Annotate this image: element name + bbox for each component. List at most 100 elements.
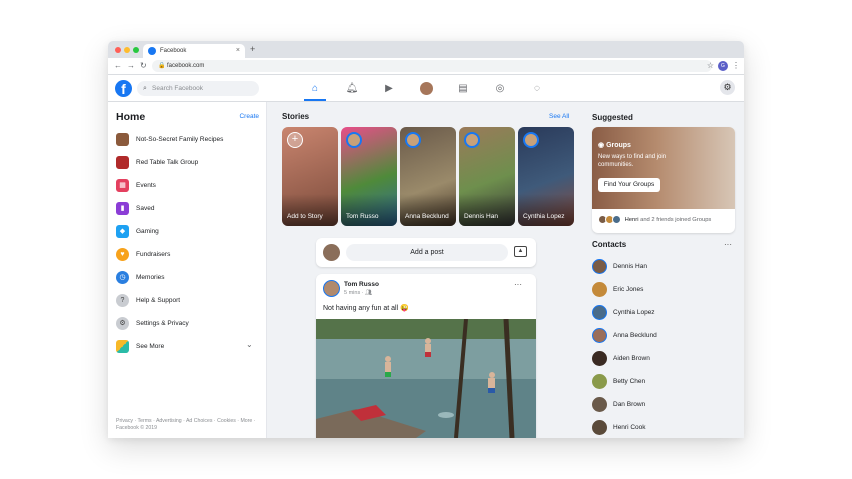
contact-item[interactable]: Cynthia Lopez bbox=[592, 304, 737, 322]
forward-icon[interactable]: → bbox=[127, 61, 135, 71]
sidebar-item-red-table-talk[interactable]: Red Table Talk Group bbox=[116, 154, 261, 172]
search-input[interactable]: ⌕ Search Facebook bbox=[137, 81, 259, 96]
chevron-down-icon[interactable]: ⌄ bbox=[246, 340, 253, 350]
maximize-window-button[interactable] bbox=[133, 47, 139, 53]
tab-strip: Facebook × + bbox=[108, 41, 744, 58]
story-card-add[interactable]: + Add to Story bbox=[282, 127, 338, 226]
story-shade bbox=[459, 194, 515, 226]
contact-item[interactable]: Eric Jones bbox=[592, 281, 737, 299]
browser-tab[interactable]: Facebook × bbox=[143, 44, 245, 58]
sidebar-item-label: Memories bbox=[136, 274, 165, 281]
browser-profile-avatar[interactable]: G bbox=[718, 61, 728, 71]
sidebar-item-label: Settings & Privacy bbox=[136, 320, 189, 327]
story-shade bbox=[341, 194, 397, 226]
groups-banner: ◉ Groups New ways to find and join commu… bbox=[592, 127, 735, 209]
post-timestamp: 5 mins · 👥︎ bbox=[344, 289, 372, 297]
sidebar-item-label: Red Table Talk Group bbox=[136, 159, 199, 166]
story-card[interactable]: Tom Russo bbox=[341, 127, 397, 226]
sidebar-item-gaming[interactable]: ◆ Gaming bbox=[116, 223, 261, 241]
url-field[interactable]: 🔒 facebook.com ☆ bbox=[152, 60, 714, 72]
contact-name: Dennis Han bbox=[613, 263, 647, 270]
groups-footer-name[interactable]: Henri bbox=[625, 217, 639, 223]
contact-item[interactable]: Henri Cook bbox=[592, 419, 737, 437]
groups-icon[interactable]: ◎ bbox=[490, 80, 510, 97]
facebook-logo[interactable]: f bbox=[115, 80, 132, 97]
back-icon[interactable]: ← bbox=[114, 61, 122, 71]
avatar bbox=[592, 351, 607, 366]
search-icon: ⌕ bbox=[143, 85, 147, 92]
sidebar-item-label: Fundraisers bbox=[136, 251, 171, 258]
page-body: Home Create Not-So-Secret Family Recipes… bbox=[108, 102, 744, 438]
marketplace-icon[interactable]: ▤ bbox=[453, 80, 473, 97]
avatar bbox=[612, 215, 621, 224]
story-card[interactable]: Cynthia Lopez bbox=[518, 127, 574, 226]
story-shade bbox=[282, 194, 338, 226]
contacts-options-icon[interactable]: ··· bbox=[724, 240, 732, 250]
add-post-input[interactable]: Add a post bbox=[346, 244, 508, 261]
story-card[interactable]: Dennis Han bbox=[459, 127, 515, 226]
avatar bbox=[346, 132, 362, 148]
video-icon[interactable]: ▶ bbox=[379, 80, 399, 97]
contact-name: Cynthia Lopez bbox=[613, 309, 655, 316]
story-name: Add to Story bbox=[287, 213, 323, 220]
sidebar-item-memories[interactable]: ◷ Memories bbox=[116, 269, 261, 287]
feed-post: Tom Russo 5 mins · 👥︎ ··· Not having any… bbox=[316, 274, 536, 438]
friends-icon: 👥︎ bbox=[365, 290, 373, 296]
stories-title: Stories bbox=[282, 112, 310, 121]
sidebar-item-label: Help & Support bbox=[136, 297, 181, 304]
sidebar-item-settings[interactable]: ⚙ Settings & Privacy bbox=[116, 315, 261, 333]
avatar bbox=[592, 374, 607, 389]
contact-item[interactable]: Betty Chen bbox=[592, 373, 737, 391]
see-all-link[interactable]: See All bbox=[549, 112, 569, 122]
close-window-button[interactable] bbox=[115, 47, 121, 53]
post-author[interactable]: Tom Russo bbox=[344, 280, 379, 289]
minimize-window-button[interactable] bbox=[124, 47, 130, 53]
sidebar-item-fundraisers[interactable]: ♥ Fundraisers bbox=[116, 246, 261, 264]
contact-name: Aiden Brown bbox=[613, 355, 650, 362]
create-link[interactable]: Create bbox=[239, 112, 259, 122]
post-photo[interactable] bbox=[316, 319, 536, 438]
active-tab-indicator bbox=[304, 99, 326, 101]
sidebar-item-see-more[interactable]: See More bbox=[116, 338, 261, 356]
sidebar-item-events[interactable]: ▦ Events bbox=[116, 177, 261, 195]
post-options-icon[interactable]: ··· bbox=[514, 280, 522, 290]
contact-item[interactable]: Dennis Han bbox=[592, 258, 737, 276]
reload-icon[interactable]: ↻ bbox=[140, 61, 147, 71]
story-card[interactable]: Anna Becklund bbox=[400, 127, 456, 226]
sidebar-item-label: Gaming bbox=[136, 228, 159, 235]
profile-avatar-tab[interactable] bbox=[416, 80, 436, 97]
sidebar-item-help[interactable]: ? Help & Support bbox=[116, 292, 261, 310]
home-heading: Home bbox=[116, 111, 146, 123]
tab-close-icon[interactable]: × bbox=[236, 46, 240, 56]
search-placeholder: Search Facebook bbox=[152, 85, 203, 92]
left-sidebar: Home Create Not-So-Secret Family Recipes… bbox=[108, 102, 267, 438]
avatar bbox=[592, 328, 607, 343]
find-your-groups-button[interactable]: Find Your Groups bbox=[598, 178, 660, 192]
contact-name: Betty Chen bbox=[613, 378, 646, 385]
avatar bbox=[419, 81, 433, 95]
groups-icon: ◉ bbox=[598, 142, 607, 149]
sidebar-item-saved[interactable]: ▮ Saved bbox=[116, 200, 261, 218]
avatar[interactable] bbox=[323, 280, 340, 297]
messenger-icon[interactable]: ◌ bbox=[527, 80, 547, 97]
footer-links[interactable]: Privacy · Terms · Advertising · Ad Choic… bbox=[116, 418, 261, 432]
star-icon[interactable]: ☆ bbox=[707, 60, 714, 71]
groups-label: ◉ Groups bbox=[598, 141, 631, 151]
new-tab-button[interactable]: + bbox=[250, 44, 255, 55]
bookmark-icon: ▮ bbox=[116, 202, 129, 215]
sidebar-item-label: See More bbox=[136, 343, 165, 350]
home-icon[interactable]: ⌂ bbox=[305, 80, 325, 97]
calendar-icon: ▦ bbox=[116, 179, 129, 192]
sidebar-item-family-recipes[interactable]: Not-So-Secret Family Recipes bbox=[116, 131, 261, 149]
sidebar-item-label: Saved bbox=[136, 205, 155, 212]
contact-name: Henri Cook bbox=[613, 424, 646, 431]
contact-item[interactable]: Dan Brown bbox=[592, 396, 737, 414]
avatar bbox=[592, 420, 607, 435]
photo-icon[interactable]: ▲ bbox=[514, 246, 527, 257]
bell-icon[interactable]: 🔔︎ bbox=[342, 80, 362, 97]
gear-icon[interactable]: ⚙ bbox=[720, 80, 735, 95]
browser-menu-icon[interactable]: ⋮ bbox=[732, 61, 740, 71]
groups-suggestion-card: ◉ Groups New ways to find and join commu… bbox=[592, 127, 735, 233]
contact-item[interactable]: Anna Becklund bbox=[592, 327, 737, 345]
contact-item[interactable]: Aiden Brown bbox=[592, 350, 737, 368]
